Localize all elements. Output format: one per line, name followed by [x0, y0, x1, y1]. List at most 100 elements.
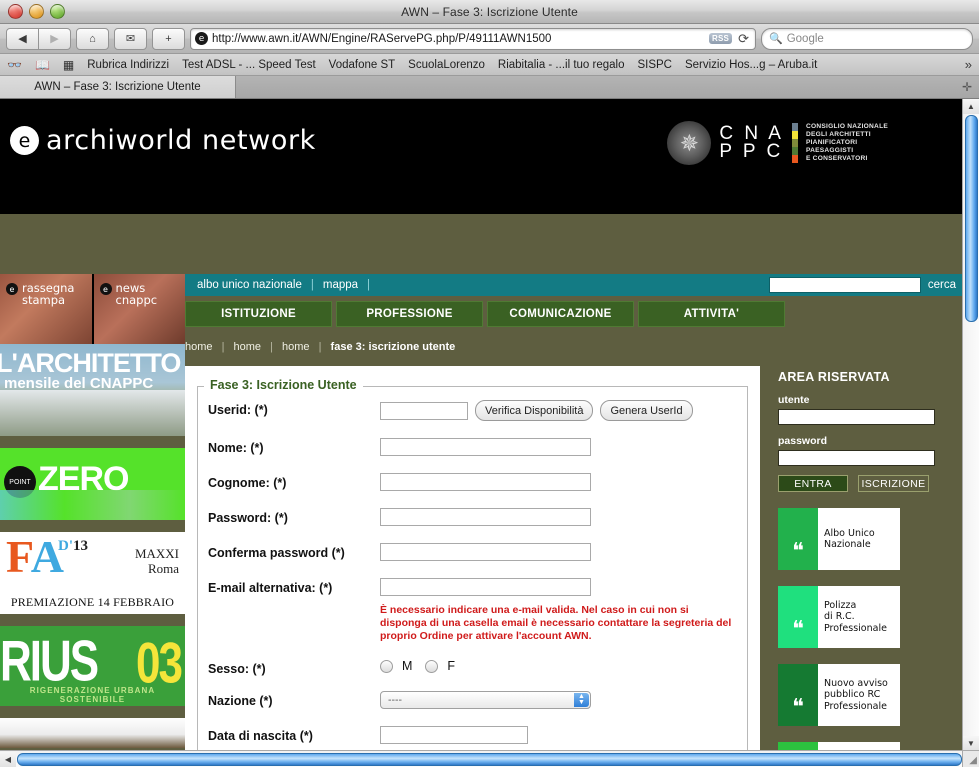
utility-separator: | [310, 279, 314, 291]
entra-button[interactable]: ENTRA [778, 475, 848, 492]
archiworld-mark-icon: e [10, 126, 39, 155]
browser-toolbar: ◀ ▶ ⌂ ✉ + e http://www.awn.it/AWN/Engine… [0, 24, 979, 54]
nav-item-istituzione[interactable]: ISTITUZIONE [185, 301, 332, 327]
web-page: e archiworld network ✵ C N A P P C CONSI… [0, 99, 963, 751]
content-column: albo unico nazionale | mappa | cerca IST… [185, 99, 963, 751]
field-row-nome: Nome: (*) [208, 438, 737, 456]
link-albo-unico-nazionale[interactable]: albo unico nazionale [197, 279, 302, 291]
mail-icon[interactable]: ✉ [114, 27, 147, 50]
select-nazione[interactable]: ---- ▲ ▼ [380, 691, 591, 709]
site-search-button[interactable]: cerca [921, 279, 963, 291]
email-warning-text: È necessario indicare una e-mail valida.… [380, 604, 732, 642]
main-nav: ISTITUZIONE PROFESSIONE COMUNICAZIONE AT… [185, 301, 963, 327]
chevron-updown-icon[interactable]: ▲ ▼ [574, 693, 589, 707]
bookmark-item-scuolalorenzo[interactable]: ScuolaLorenzo [408, 59, 485, 71]
breadcrumb-separator: | [318, 341, 322, 353]
site-search-input[interactable] [768, 277, 921, 293]
bookmark-item-riabitalia[interactable]: Riabitalia - ...il tuo regalo [498, 59, 625, 71]
window-title: AWN – Fase 3: Iscrizione Utente [401, 4, 578, 19]
grid-icon[interactable]: ▦ [63, 58, 74, 72]
breadcrumb-home-2[interactable]: home [234, 341, 262, 353]
resize-grip[interactable]: ◢ [962, 750, 979, 767]
label-nazione: Nazione (*) [208, 694, 273, 708]
new-tab-icon[interactable]: ✛ [962, 80, 972, 94]
bookmark-item-vodafone[interactable]: Vodafone ST [329, 59, 396, 71]
nav-item-comunicazione[interactable]: COMUNICAZIONE [487, 301, 634, 327]
radio-sesso-f[interactable] [425, 659, 439, 673]
promo-rassegna-stampa[interactable]: e rassegna stampa [0, 274, 94, 344]
label-cognome: Cognome: (*) [208, 476, 287, 490]
horizontal-scroll-thumb[interactable] [17, 752, 962, 766]
bookmark-item-sispc[interactable]: SISPC [637, 59, 672, 71]
bookmarks-overflow-icon[interactable]: » [959, 57, 972, 72]
field-row-email: E-mail alternativa: (*) [208, 578, 737, 596]
vertical-scrollbar[interactable]: ▲ ▼ [962, 99, 979, 751]
label-data-nascita: Data di nascita (*) [208, 729, 313, 743]
horizontal-scrollbar[interactable]: ◀ ▶ [0, 750, 979, 767]
promo-news-cnappc[interactable]: e news cnappc [93, 274, 185, 344]
search-input[interactable]: 🔍 Google [761, 27, 973, 50]
input-nome[interactable] [380, 438, 591, 456]
input-password[interactable] [380, 508, 591, 526]
input-data-nascita[interactable] [380, 726, 528, 744]
site-search: cerca [768, 277, 963, 293]
forward-arrow-icon[interactable]: ▶ [38, 27, 71, 50]
scroll-up-arrow-icon[interactable]: ▲ [963, 99, 979, 114]
address-bar[interactable]: e http://www.awn.it/AWN/Engine/RAServePG… [190, 27, 756, 50]
sidebar-banner-albo-unico[interactable]: ❝ Albo Unico Nazionale [778, 508, 900, 570]
promo-label: e news cnappc [99, 282, 157, 306]
input-conferma-password[interactable] [380, 543, 591, 561]
input-password-sidebar[interactable] [778, 450, 935, 466]
radio-sesso-m[interactable] [380, 659, 393, 673]
back-arrow-icon[interactable]: ◀ [6, 27, 39, 50]
banner-point-zero[interactable]: POINT ZERO [0, 448, 185, 520]
home-icon[interactable]: ⌂ [76, 27, 109, 50]
bookmark-item-rubrica[interactable]: Rubrica Indirizzi [87, 59, 169, 71]
sidebar-banner-avviso-rc[interactable]: ❝ Nuovo avviso pubblico RC Professionale [778, 664, 900, 726]
banner-festival-architettura[interactable]: FA D'13 MAXXI Roma PREMIAZIONE 14 FEBBRAI… [0, 532, 185, 614]
scroll-left-arrow-icon[interactable]: ◀ [0, 751, 16, 767]
link-mappa[interactable]: mappa [323, 279, 358, 291]
banner-riuso-03[interactable]: RIUS 03 RIGENERAZIONE URBANA SOSTENIBILE [0, 626, 185, 706]
book-icon[interactable]: 📖 [35, 58, 50, 72]
scroll-down-arrow-icon[interactable]: ▼ [963, 736, 979, 751]
nav-item-attivita[interactable]: ATTIVITA' [638, 301, 785, 327]
nav-buttons[interactable]: ◀ ▶ [6, 27, 71, 50]
rss-badge[interactable]: RSS [709, 33, 733, 44]
banner-l-architetto[interactable]: L'ARCHITETTO mensile del CNAPPC [0, 344, 185, 436]
field-row-password: Password: (*) [208, 508, 737, 526]
input-email-alternativa[interactable] [380, 578, 591, 596]
sidebar-banner-polizza-rc[interactable]: ❝ Polizza di R.C. Professionale [778, 586, 900, 648]
promo-dot-icon: e [99, 283, 112, 295]
vertical-scroll-thumb[interactable] [964, 115, 978, 322]
verify-availability-button[interactable]: Verifica Disponibilità [475, 400, 594, 421]
plus-icon[interactable]: + [152, 27, 185, 50]
input-userid[interactable] [380, 401, 468, 420]
banner-subtitle: RIGENERAZIONE URBANA SOSTENIBILE [29, 686, 156, 704]
site-favicon-icon: e [195, 32, 208, 45]
banner-subtitle: MAXXI Roma [134, 546, 179, 576]
input-utente[interactable] [778, 409, 935, 425]
breadcrumb-current: fase 3: iscrizione utente [330, 341, 456, 353]
breadcrumb-separator: | [221, 341, 225, 353]
breadcrumb-home-1[interactable]: home [185, 341, 213, 353]
breadcrumb: home | home | home | fase 3: iscrizione … [185, 341, 963, 353]
banner-partial[interactable] [0, 718, 185, 748]
nav-item-professione[interactable]: PROFESSIONE [336, 301, 483, 327]
tab-awn-fase3[interactable]: AWN – Fase 3: Iscrizione Utente [0, 76, 236, 98]
url-text[interactable]: http://www.awn.it/AWN/Engine/RAServePG.p… [212, 33, 705, 45]
browser-window: AWN – Fase 3: Iscrizione Utente ◀ ▶ ⌂ ✉ … [0, 0, 979, 767]
bookmark-item-aruba[interactable]: Servizio Hos...g – Aruba.it [685, 59, 817, 71]
iscrizione-button[interactable]: ISCRIZIONE [858, 475, 929, 492]
input-cognome[interactable] [380, 473, 591, 491]
generate-userid-button[interactable]: Genera UserId [600, 400, 693, 421]
bookmark-item-test-adsl[interactable]: Test ADSL - ... Speed Test [182, 59, 316, 71]
label-sesso-m: M [402, 659, 413, 673]
glasses-icon[interactable]: 👓 [7, 58, 22, 72]
field-row-data-nascita: Data di nascita (*) [208, 726, 737, 744]
quote-icon: ❝ [778, 586, 818, 648]
select-nazione-value: ---- [388, 694, 402, 706]
area-riservata-buttons: ENTRA ISCRIZIONE [778, 475, 958, 492]
reload-icon[interactable]: ⟳ [736, 31, 751, 47]
breadcrumb-home-3[interactable]: home [282, 341, 310, 353]
